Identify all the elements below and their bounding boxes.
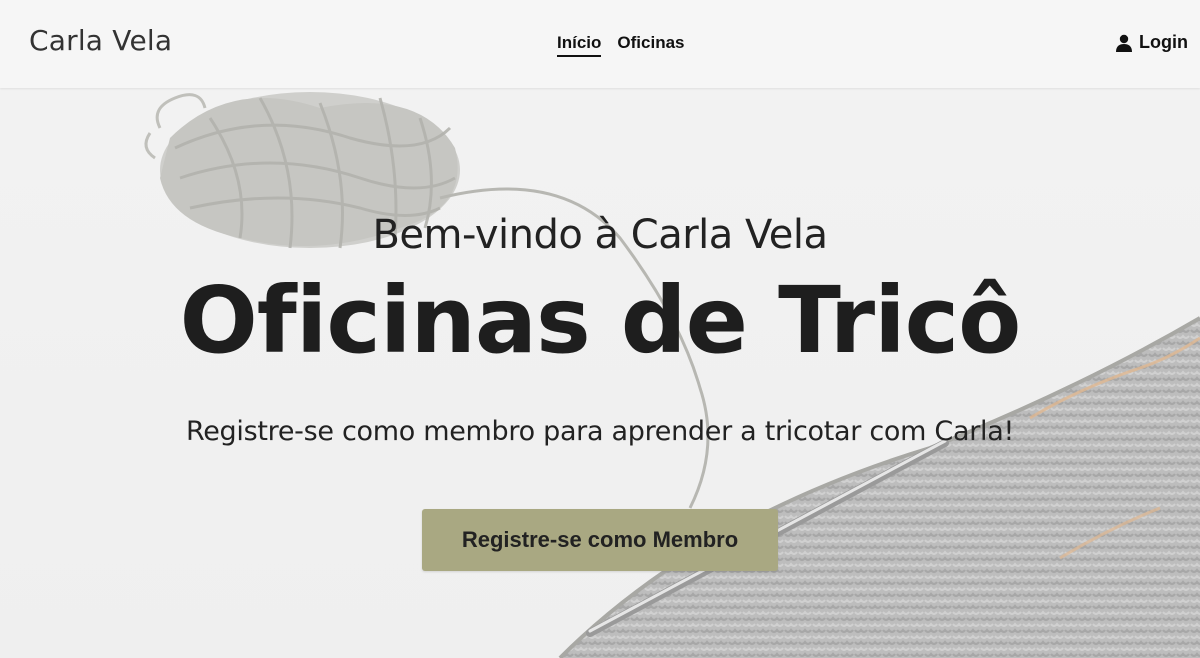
hero-content: Bem-vindo à Carla Vela Oficinas de Tricô…	[0, 88, 1200, 658]
main-nav: Início Oficinas	[557, 33, 685, 57]
top-navbar: Carla Vela Início Oficinas Login	[0, 0, 1200, 88]
nav-item-oficinas[interactable]: Oficinas	[617, 33, 684, 57]
hero-section: Bem-vindo à Carla Vela Oficinas de Tricô…	[0, 88, 1200, 658]
login-label: Login	[1139, 32, 1188, 52]
nav-item-inicio[interactable]: Início	[557, 33, 602, 57]
login-button[interactable]: Login	[1115, 32, 1188, 53]
brand-logo[interactable]: Carla Vela	[29, 24, 172, 57]
hero-title: Oficinas de Tricô	[179, 267, 1022, 374]
hero-description: Registre-se como membro para aprender a …	[186, 416, 1014, 447]
user-icon	[1115, 34, 1133, 52]
hero-subtitle: Bem-vindo à Carla Vela	[372, 212, 828, 258]
register-member-button[interactable]: Registre-se como Membro	[422, 509, 778, 571]
